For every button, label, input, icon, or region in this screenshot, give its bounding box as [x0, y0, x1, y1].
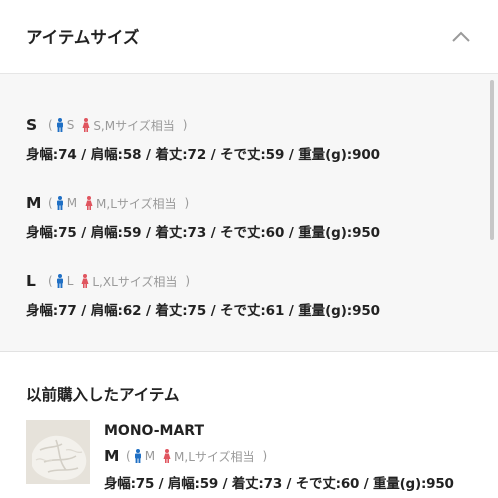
paren-open: ( [126, 449, 131, 463]
men-size: M [56, 196, 77, 210]
size-letter: S [26, 116, 38, 134]
size-letter: M [104, 447, 120, 465]
size-measurements: 身幅:77 / 肩幅:62 / 着丈:75 / そで丈:61 / 重量(g):9… [26, 303, 380, 319]
women-size: L,XLサイズ相当 [81, 273, 177, 290]
men-size: L [56, 274, 74, 288]
female-figure-icon [82, 118, 90, 132]
size-letter: M [26, 194, 42, 212]
size-list-panel: S ( S S,Mサイズ相当 ) 身幅:74 / 肩幅:58 / 着丈:72 /… [0, 74, 498, 352]
section-title: アイテムサイズ [26, 28, 140, 47]
size-letter: L [26, 272, 36, 290]
women-size-label: L,XLサイズ相当 [92, 274, 178, 289]
item-size-line: M ( M M,Lサイズ相当 ) [104, 446, 270, 466]
size-row-s: S ( S S,Mサイズ相当 ) 身幅:74 / 肩幅:58 / 着丈:72 /… [26, 114, 380, 163]
men-size-label: M [66, 196, 78, 210]
male-figure-icon [134, 449, 141, 463]
chevron-up-icon[interactable] [452, 31, 470, 43]
size-measurements: 身幅:74 / 肩幅:58 / 着丈:72 / そで丈:59 / 重量(g):9… [26, 147, 380, 163]
women-size: M,Lサイズ相当 [85, 195, 177, 212]
size-row-l: L ( L L,XLサイズ相当 ) 身幅:77 / 肩幅:62 / 着丈:75 … [26, 270, 380, 319]
previous-items-title: 以前購入したアイテム [26, 386, 180, 404]
item-thumbnail[interactable] [26, 420, 90, 484]
scrollbar[interactable] [490, 80, 494, 240]
size-row-m: M ( M M,Lサイズ相当 ) 身幅:75 / 肩幅:59 / 着丈:73 /… [26, 192, 380, 241]
item-measurements: 身幅:75 / 肩幅:59 / 着丈:73 / そで丈:60 / 重量(g):9… [104, 476, 454, 492]
women-size-label: M,Lサイズ相当 [96, 196, 177, 211]
male-figure-icon [56, 274, 63, 288]
paren-close: ) [182, 118, 188, 132]
female-figure-icon [81, 274, 89, 288]
male-figure-icon [56, 118, 63, 132]
male-figure-icon [56, 196, 63, 210]
item-size-header[interactable]: アイテムサイズ [0, 0, 498, 74]
paren-close: ) [185, 274, 191, 288]
female-figure-icon [85, 196, 93, 210]
item-image [26, 420, 90, 484]
women-size: M,Lサイズ相当 [163, 448, 255, 465]
men-size-label: S [66, 118, 75, 132]
paren-close: ) [262, 449, 268, 463]
women-size: S,Mサイズ相当 [82, 117, 175, 134]
size-measurements: 身幅:75 / 肩幅:59 / 着丈:73 / そで丈:60 / 重量(g):9… [26, 225, 380, 241]
item-brand: MONO-MART [104, 423, 204, 439]
paren-close: ) [184, 196, 190, 210]
men-size-label: L [66, 274, 74, 288]
men-size: M [134, 449, 155, 463]
female-figure-icon [163, 449, 171, 463]
women-size-label: S,Mサイズ相当 [93, 118, 175, 133]
paren-open: ( [48, 196, 53, 210]
paren-open: ( [48, 118, 53, 132]
women-size-label: M,Lサイズ相当 [174, 449, 255, 464]
men-size: S [56, 118, 75, 132]
paren-open: ( [48, 274, 53, 288]
men-size-label: M [144, 449, 156, 463]
